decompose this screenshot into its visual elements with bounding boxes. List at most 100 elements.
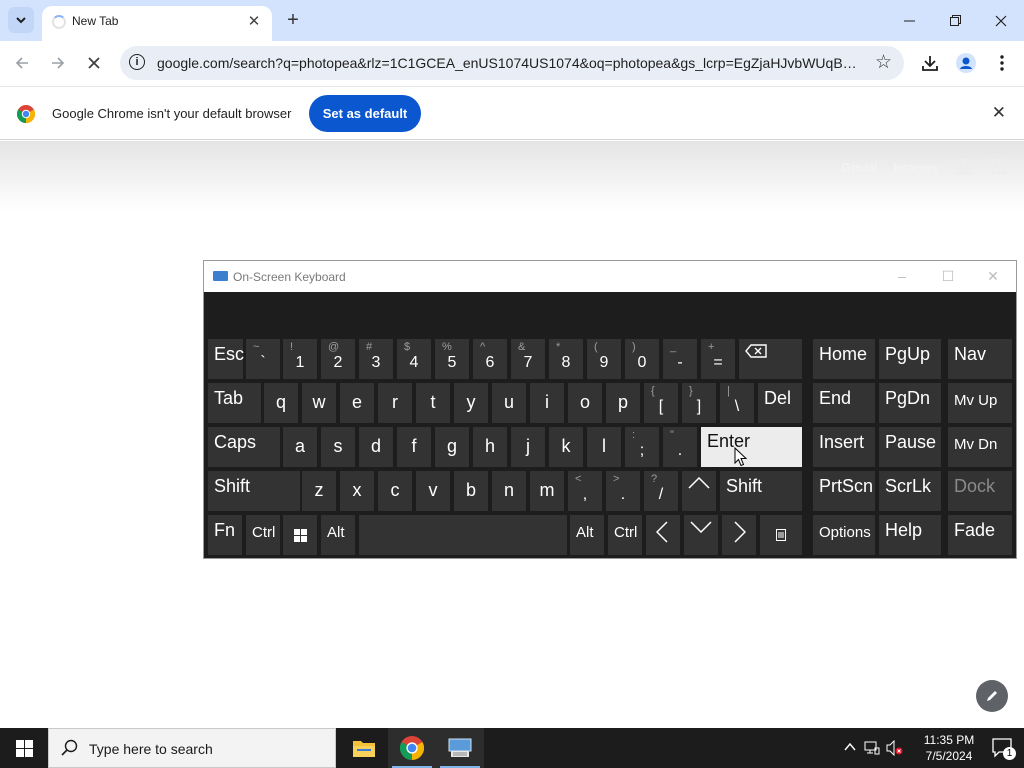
close-window-button[interactable] — [978, 0, 1024, 41]
key-alt-right[interactable]: Alt — [570, 515, 604, 555]
key-k[interactable]: k — [549, 427, 583, 467]
minimize-button[interactable] — [886, 0, 932, 41]
key-options[interactable]: Options — [813, 515, 875, 555]
apps-grid-icon[interactable] — [990, 158, 1008, 176]
key-del[interactable]: Del — [758, 383, 802, 423]
restore-button[interactable] — [932, 0, 978, 41]
key-a[interactable]: a — [283, 427, 317, 467]
key-quote[interactable]: ". — [663, 427, 697, 467]
key-pgdn[interactable]: PgDn — [879, 383, 941, 423]
key-0[interactable]: ) 0 — [625, 339, 659, 379]
key-esc[interactable]: Esc — [208, 339, 244, 379]
key-shift-right[interactable]: Shift — [720, 471, 802, 511]
key-9[interactable]: (9 — [587, 339, 621, 379]
start-button[interactable] — [0, 728, 48, 768]
key-equals[interactable]: + = — [701, 339, 735, 379]
key-r[interactable]: r — [378, 383, 412, 423]
key-comma[interactable]: <, — [568, 471, 602, 511]
key-d[interactable]: d — [359, 427, 393, 467]
key-menu[interactable] — [760, 515, 802, 555]
key-h[interactable]: h — [473, 427, 507, 467]
key-dock[interactable]: Dock — [948, 471, 1012, 511]
osk-title-bar[interactable]: On-Screen Keyboard – ☐ ✕ — [204, 261, 1016, 292]
taskbar-file-explorer[interactable] — [340, 728, 388, 768]
labs-flask-icon[interactable] — [954, 157, 974, 177]
key-e[interactable]: e — [340, 383, 374, 423]
key-insert[interactable]: Insert — [813, 427, 875, 467]
profile-button[interactable] — [952, 49, 980, 77]
key-enter[interactable]: Enter — [701, 427, 802, 467]
key-6[interactable]: ^ 6 — [473, 339, 507, 379]
key-z[interactable]: z — [302, 471, 336, 511]
key-semicolon[interactable]: :; — [625, 427, 659, 467]
key-u[interactable]: u — [492, 383, 526, 423]
key-windows[interactable] — [283, 515, 317, 555]
key-mv-dn[interactable]: Mv Dn — [948, 427, 1012, 467]
key-minus[interactable]: _ - — [663, 339, 697, 379]
chevron-up-icon[interactable] — [844, 742, 856, 752]
gmail-link[interactable]: Gmail — [841, 160, 877, 175]
stop-loading-button[interactable] — [80, 49, 108, 77]
site-info-icon[interactable]: i — [129, 54, 145, 70]
new-tab-button[interactable]: + — [281, 8, 305, 32]
key-prtscn[interactable]: PrtScn — [813, 471, 875, 511]
key-end[interactable]: End — [813, 383, 875, 423]
key-backspace[interactable] — [739, 339, 802, 379]
key-backtick[interactable]: ~ ` — [246, 339, 280, 379]
key-l[interactable]: l — [587, 427, 621, 467]
key-v[interactable]: v — [416, 471, 450, 511]
key-8[interactable]: * 8 — [549, 339, 583, 379]
key-alt-left[interactable]: Alt — [321, 515, 355, 555]
bookmark-star-icon[interactable]: ☆ — [875, 51, 892, 74]
taskbar-clock[interactable]: 11:35 PM 7/5/2024 — [910, 732, 988, 764]
key-lbracket[interactable]: {[ — [644, 383, 678, 423]
set-as-default-button[interactable]: Set as default — [309, 95, 421, 132]
key-x[interactable]: x — [340, 471, 374, 511]
menu-button[interactable] — [988, 49, 1016, 77]
tab-search-button[interactable] — [8, 7, 34, 33]
key-w[interactable]: w — [302, 383, 336, 423]
key-pause[interactable]: Pause — [879, 427, 941, 467]
taskbar-chrome[interactable] — [388, 728, 436, 768]
key-scrlk[interactable]: ScrLk — [879, 471, 941, 511]
key-period[interactable]: >. — [606, 471, 640, 511]
key-pgup[interactable]: PgUp — [879, 339, 941, 379]
key-arrow-down[interactable] — [684, 515, 718, 555]
key-s[interactable]: s — [321, 427, 355, 467]
key-j[interactable]: j — [511, 427, 545, 467]
downloads-button[interactable] — [916, 49, 944, 77]
key-tab[interactable]: Tab — [208, 383, 261, 423]
key-mv-up[interactable]: Mv Up — [948, 383, 1012, 423]
key-caps[interactable]: Caps — [208, 427, 280, 467]
tab-close-button[interactable]: ✕ — [244, 11, 264, 31]
key-3[interactable]: #3 — [359, 339, 393, 379]
key-5[interactable]: % 5 — [435, 339, 469, 379]
key-g[interactable]: g — [435, 427, 469, 467]
key-rbracket[interactable]: }] — [682, 383, 716, 423]
osk-minimize-button[interactable]: – — [887, 265, 917, 287]
key-nav[interactable]: Nav — [948, 339, 1012, 379]
key-q[interactable]: q — [264, 383, 298, 423]
images-link[interactable]: Images — [893, 160, 938, 175]
address-bar[interactable]: i google.com/search?q=photopea&rlz=1C1GC… — [120, 46, 904, 80]
key-n[interactable]: n — [492, 471, 526, 511]
osk-close-button[interactable]: ✕ — [978, 265, 1008, 287]
key-b[interactable]: b — [454, 471, 488, 511]
address-url[interactable]: google.com/search?q=photopea&rlz=1C1GCEA… — [157, 55, 857, 71]
key-ctrl-left[interactable]: Ctrl — [246, 515, 280, 555]
key-c[interactable]: c — [378, 471, 412, 511]
key-ctrl-right[interactable]: Ctrl — [608, 515, 642, 555]
key-help[interactable]: Help — [879, 515, 941, 555]
customize-edit-button[interactable] — [976, 680, 1008, 712]
volume-muted-icon[interactable] — [886, 740, 904, 756]
key-y[interactable]: y — [454, 383, 488, 423]
key-arrow-right[interactable] — [722, 515, 756, 555]
key-arrow-left[interactable] — [646, 515, 680, 555]
key-arrow-up[interactable] — [682, 471, 716, 511]
key-space[interactable] — [359, 515, 567, 555]
key-i[interactable]: i — [530, 383, 564, 423]
notification-center-button[interactable]: 1 — [992, 738, 1016, 761]
key-p[interactable]: p — [606, 383, 640, 423]
key-m[interactable]: m — [530, 471, 564, 511]
network-icon[interactable] — [864, 740, 880, 756]
